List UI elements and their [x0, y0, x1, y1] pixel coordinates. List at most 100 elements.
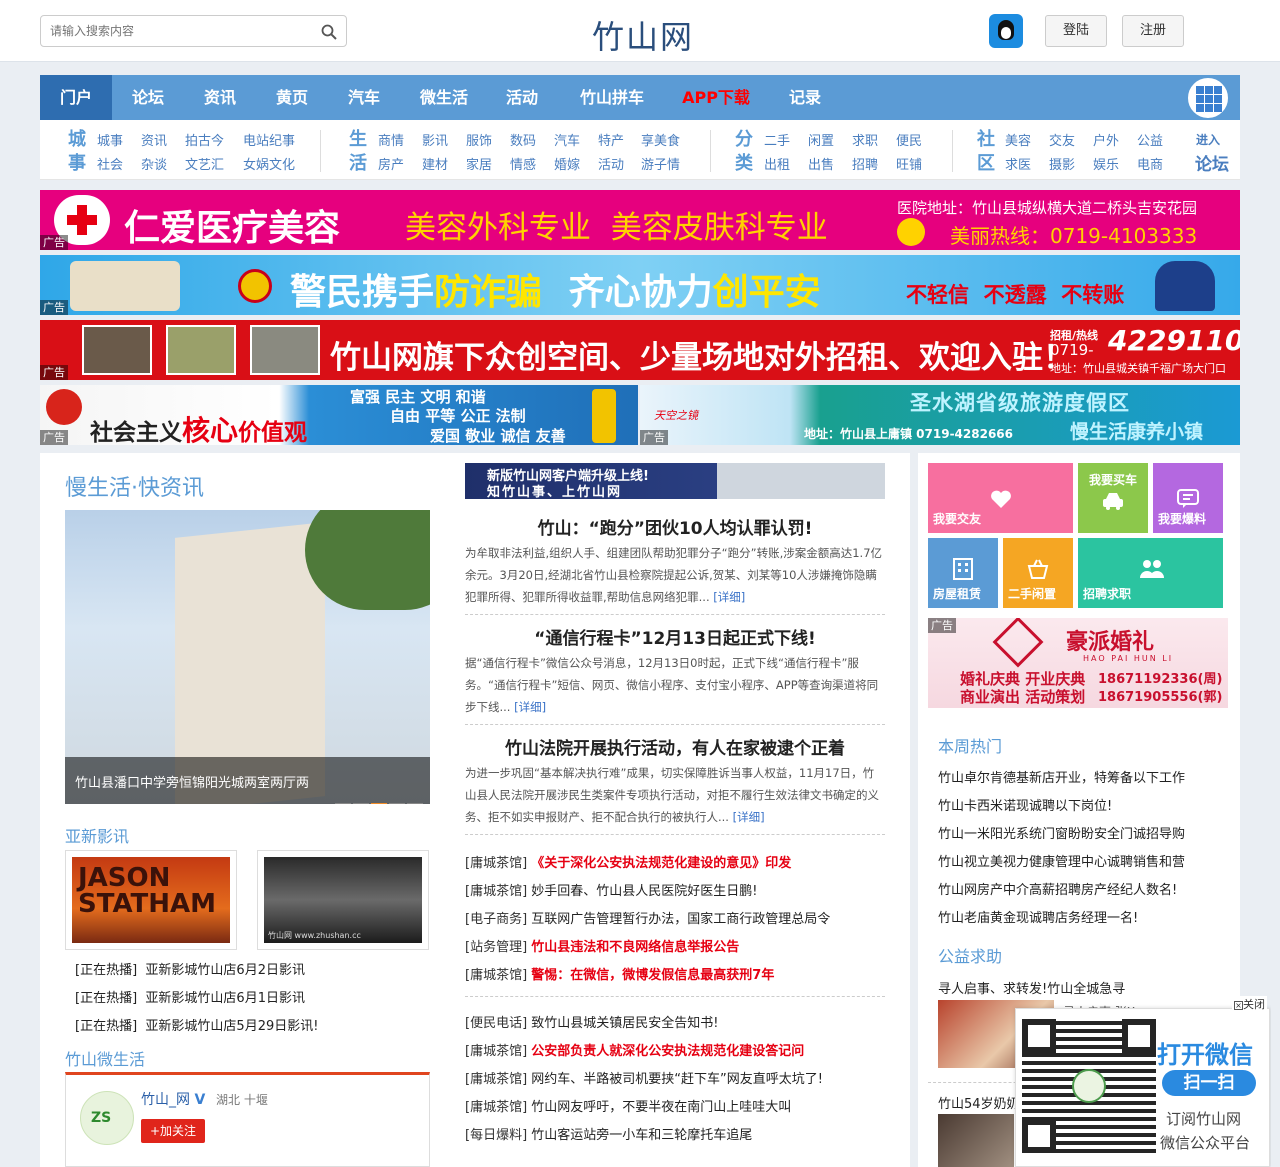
news-list-item[interactable]: [庸城茶馆] 竹山网友呼吁，不要半夜在南门山上哇哇大叫 [465, 1096, 791, 1115]
subnav-link[interactable]: 求职 [852, 130, 878, 149]
subnav-link[interactable]: 摄影 [1049, 154, 1075, 173]
news-list-item[interactable]: [电子商务] 互联网广告管理暂行办法，国家工商行政管理总局令 [465, 908, 830, 927]
nav-records[interactable]: 记录 [773, 75, 837, 120]
subnav-link[interactable]: 活动 [598, 154, 624, 173]
subnav-link[interactable]: 拍古今 [185, 130, 224, 149]
news-list-item[interactable]: [便民电话] 致竹山县城关镇居民安全告知书! [465, 1012, 719, 1031]
news-list-item[interactable]: [庸城茶馆] 网约车、半路被司机要挟“赶下车”网友直呼太坑了! [465, 1068, 823, 1087]
subnav-link[interactable]: 商情 [378, 130, 404, 149]
subnav-link[interactable]: 出售 [808, 154, 834, 173]
subnav-link[interactable]: 电商 [1137, 154, 1163, 173]
ad-wedding[interactable]: 豪派婚礼 HAO PAI HUN LI 婚礼庆典 开业庆典 商业演出 活动策划 … [928, 618, 1228, 708]
subnav-link[interactable]: 数码 [510, 130, 536, 149]
news-list-item[interactable]: [庸城茶馆] 《关于深化公安执法规范化建设的意见》印发 [465, 852, 791, 871]
login-button[interactable]: 登陆 [1045, 15, 1107, 47]
nav-app-download[interactable]: APP下载 [670, 75, 762, 120]
nav-microlife[interactable]: 微生活 [406, 75, 482, 120]
slide-caption[interactable]: 竹山县潘口中学旁恒锦阳光城两室两厅两 [75, 772, 309, 791]
app-upgrade-banner[interactable]: 新版竹山网客户端升级上线! 知竹山事、上竹山网 [465, 463, 885, 500]
subnav-link[interactable]: 娱乐 [1093, 154, 1119, 173]
news-list-item[interactable]: [庸城茶馆] 公安部负责人就深化公安执法规范化建设答记问 [465, 1040, 804, 1059]
subnav-link[interactable]: 社会 [97, 154, 123, 173]
nav-auto[interactable]: 汽车 [332, 75, 396, 120]
subnav-link[interactable]: 文艺汇 [185, 154, 224, 173]
charity-photo[interactable] [938, 1114, 1014, 1167]
news-headline[interactable]: “通信行程卡”12月13日起正式下线! [465, 624, 885, 649]
nav-portal[interactable]: 门户 [40, 75, 112, 120]
news-list-item[interactable]: [每日爆料] 竹山客运站旁一小车和三轮摩托车追尾 [465, 1124, 752, 1143]
slideshow[interactable]: 竹山县潘口中学旁恒锦阳光城两室两厅两 [65, 510, 430, 804]
tile-buy-car[interactable]: 我要买车 [1078, 463, 1148, 533]
hot-item[interactable]: 竹山卡西米诺现诚聘以下岗位! [938, 795, 1112, 814]
search-icon[interactable] [321, 24, 337, 40]
search-box[interactable] [40, 15, 347, 47]
news-headline[interactable]: 竹山法院开展执行活动，有人在家被逮个正着 [465, 734, 885, 759]
subnav-link[interactable]: 特产 [598, 130, 624, 149]
ad-banner-tourism[interactable]: 天空之镜 圣水湖省级旅游度假区 地址：竹山县上庸镇 0719-4282666 慢… [640, 385, 1240, 445]
slide-dot[interactable] [353, 803, 369, 804]
close-icon[interactable]: × [1234, 1001, 1243, 1010]
hot-item[interactable]: 竹山一米阳光系统门窗盼盼安全门诚招导购 [938, 823, 1185, 842]
news-list-item[interactable]: [站务管理] 竹山县违法和不良网络信息举报公告 [465, 936, 739, 955]
ad-banner-core-values[interactable]: 社会主义核心价值观 富强 民主 文明 和谐 自由 平等 公正 法制 爱国 敬业 … [40, 385, 638, 445]
subnav-link[interactable]: 闲置 [808, 130, 834, 149]
ad-banner-space-rental[interactable]: 竹山网旗下众创空间、少量场地对外招租、欢迎入驻！ 招租/热线 0719- 422… [40, 320, 1240, 380]
weibo-avatar[interactable]: ZS [80, 1091, 134, 1145]
subnav-link[interactable]: 交友 [1049, 130, 1075, 149]
subnav-link[interactable]: 二手 [764, 130, 790, 149]
news-more-link[interactable]: [详细] [733, 810, 765, 824]
hot-item[interactable]: 竹山卓尔肯德基新店开业，特筹备以下工作 [938, 767, 1185, 786]
news-headline[interactable]: 竹山：“跑分”团伙10人均认罪认罚! [465, 514, 885, 539]
ad-banner-anti-fraud[interactable]: 警民携手防诈骗 齐心协力创平安 不轻信 不透露 不转账 广告 [40, 255, 1240, 315]
nav-carpool[interactable]: 竹山拼车 [566, 75, 658, 120]
hot-item[interactable]: 竹山视立美视力健康管理中心诚聘销售和营 [938, 851, 1185, 870]
subnav-link[interactable]: 城事 [97, 130, 123, 149]
slide-dot[interactable] [407, 803, 423, 804]
slide-dot[interactable] [335, 803, 351, 804]
subnav-link[interactable]: 出租 [764, 154, 790, 173]
hot-item[interactable]: 竹山老庙黄金现诚聘店务经理一名! [938, 907, 1138, 926]
nav-news[interactable]: 资讯 [188, 75, 252, 120]
slide-dot-active[interactable] [371, 803, 387, 804]
subnav-link[interactable]: 游子情 [641, 154, 680, 173]
subnav-link[interactable]: 汽车 [554, 130, 580, 149]
qq-login-icon[interactable] [989, 14, 1023, 48]
hot-item[interactable]: 竹山网房产中介高薪招聘房产经纪人数名! [938, 879, 1177, 898]
tile-house-rent[interactable]: 房屋租赁 [928, 538, 998, 608]
news-more-link[interactable]: [详细] [713, 590, 745, 604]
subnav-link[interactable]: 公益 [1137, 130, 1163, 149]
subnav-link[interactable]: 情感 [510, 154, 536, 173]
subnav-link[interactable]: 服饰 [466, 130, 492, 149]
movie-item[interactable]: [正在热播] 亚新影城竹山店5月29日影讯! [75, 1015, 318, 1034]
movie-poster-2[interactable]: 竹山网 www.zhushan.cc [257, 850, 429, 950]
news-list-item[interactable]: [庸城茶馆] 警惕：在微信，微博发假信息最高获刑7年 [465, 964, 774, 983]
subnav-link[interactable]: 家居 [466, 154, 492, 173]
enter-forum-link-big[interactable]: 论坛 [1195, 150, 1229, 175]
subnav-link[interactable]: 建材 [422, 154, 448, 173]
movie-item[interactable]: [正在热播] 亚新影城竹山店6月1日影讯 [75, 987, 305, 1006]
nav-yellowpages[interactable]: 黄页 [260, 75, 324, 120]
weibo-account-name[interactable]: 竹山_网 V [141, 1089, 205, 1109]
subnav-link[interactable]: 电站纪事 [243, 130, 295, 149]
news-list-item[interactable]: [庸城茶馆] 妙手回春、竹山县人民医院好医生日鹏! [465, 880, 758, 899]
subnav-link[interactable]: 资讯 [141, 130, 167, 149]
site-logo[interactable]: 竹山网 [592, 12, 694, 58]
subnav-link[interactable]: 招聘 [852, 154, 878, 173]
tile-second-hand[interactable]: 二手闲置 [1003, 538, 1073, 608]
subnav-link[interactable]: 便民 [896, 130, 922, 149]
nav-forum[interactable]: 论坛 [116, 75, 180, 120]
subnav-link[interactable]: 求医 [1005, 154, 1031, 173]
follow-button[interactable]: +加关注 [141, 1119, 205, 1143]
hot-section-title[interactable]: 本周热门 [938, 733, 1002, 757]
charity-item[interactable]: 寻人启事、求转发!竹山全城急寻 [938, 978, 1125, 997]
subnav-link[interactable]: 房产 [378, 154, 404, 173]
menu-grid-icon[interactable] [1188, 78, 1228, 118]
subnav-link[interactable]: 旺铺 [896, 154, 922, 173]
subnav-link[interactable]: 美容 [1005, 130, 1031, 149]
weibo-section-title[interactable]: 竹山微生活 [65, 1046, 145, 1070]
movie-section-title[interactable]: 亚新影讯 [65, 823, 129, 847]
tile-make-friends[interactable]: 我要交友 [928, 463, 1073, 533]
charity-item[interactable]: 竹山54岁奶奶 [938, 1093, 1020, 1112]
movie-item[interactable]: [正在热播] 亚新影城竹山店6月2日影讯 [75, 959, 305, 978]
subnav-link[interactable]: 杂谈 [141, 154, 167, 173]
